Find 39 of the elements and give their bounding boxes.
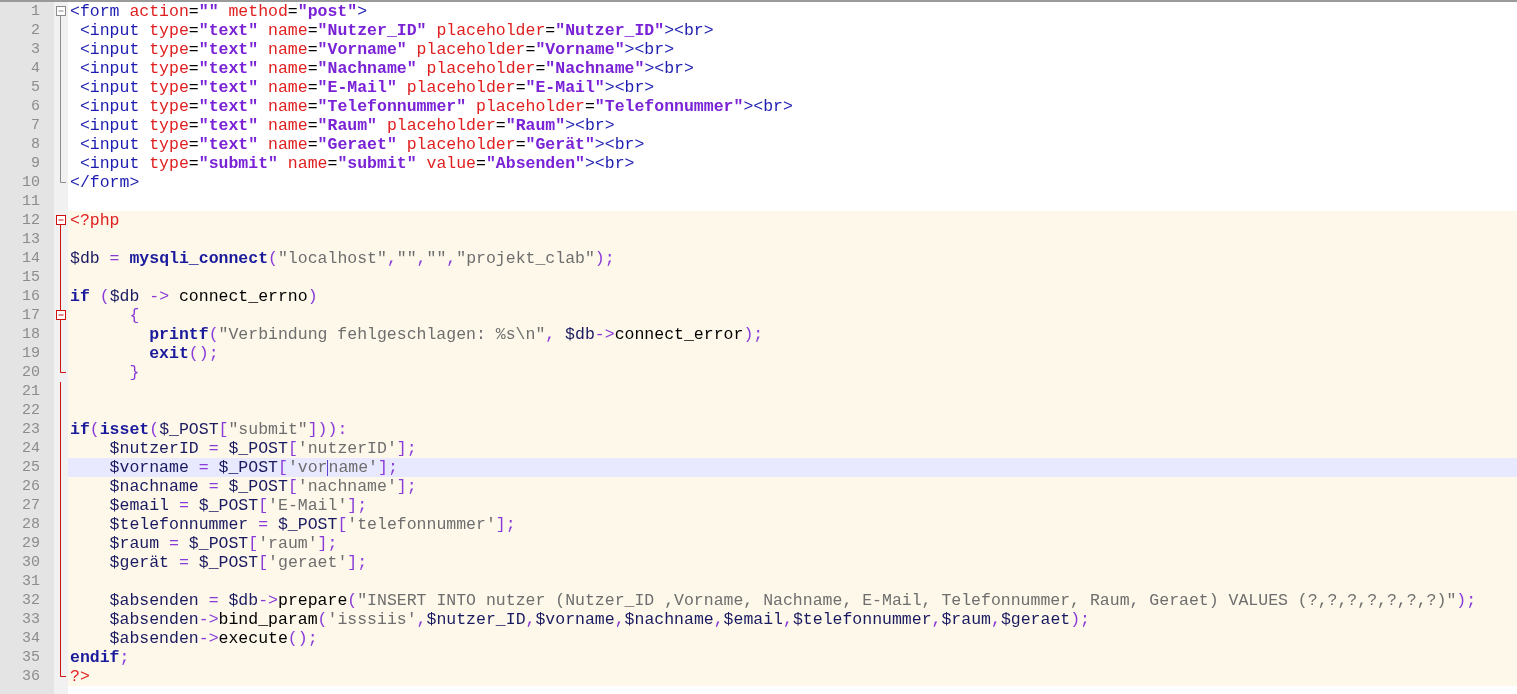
line-number: 5	[31, 78, 40, 97]
line-number: 8	[31, 135, 40, 154]
line-number: 36	[22, 667, 40, 686]
line-number: 4	[31, 59, 40, 78]
line-number: 35	[22, 648, 40, 667]
line-number: 7	[31, 116, 40, 135]
fold-minus-icon[interactable]	[56, 310, 66, 320]
line-number: 26	[22, 477, 40, 496]
line-number: 6	[31, 97, 40, 116]
fold-minus-icon[interactable]	[56, 6, 66, 16]
line-number: 10	[22, 173, 40, 192]
line-number: 27	[22, 496, 40, 515]
line-number: 17	[22, 306, 40, 325]
line-number: 22	[22, 401, 40, 420]
line-number: 32	[22, 591, 40, 610]
line-number: 2	[31, 21, 40, 40]
line-number: 18	[22, 325, 40, 344]
line-number: 11	[22, 192, 40, 211]
line-number: 30	[22, 553, 40, 572]
line-number: 15	[22, 268, 40, 287]
line-number: 23	[22, 420, 40, 439]
line-number: 25	[22, 458, 40, 477]
line-number: 16	[22, 287, 40, 306]
line-number: 29	[22, 534, 40, 553]
line-number: 1	[31, 2, 40, 21]
line-number: 21	[22, 382, 40, 401]
line-number: 24	[22, 439, 40, 458]
line-number: 33	[22, 610, 40, 629]
fold-minus-icon[interactable]	[56, 215, 66, 225]
line-number: 9	[31, 154, 40, 173]
line-number: 34	[22, 629, 40, 648]
line-number: 3	[31, 40, 40, 59]
line-number: 12	[22, 211, 40, 230]
line-number: 13	[22, 230, 40, 249]
line-number: 20	[22, 363, 40, 382]
line-number: 31	[22, 572, 40, 591]
line-number: 19	[22, 344, 40, 363]
line-number: 14	[22, 249, 40, 268]
line-number: 28	[22, 515, 40, 534]
